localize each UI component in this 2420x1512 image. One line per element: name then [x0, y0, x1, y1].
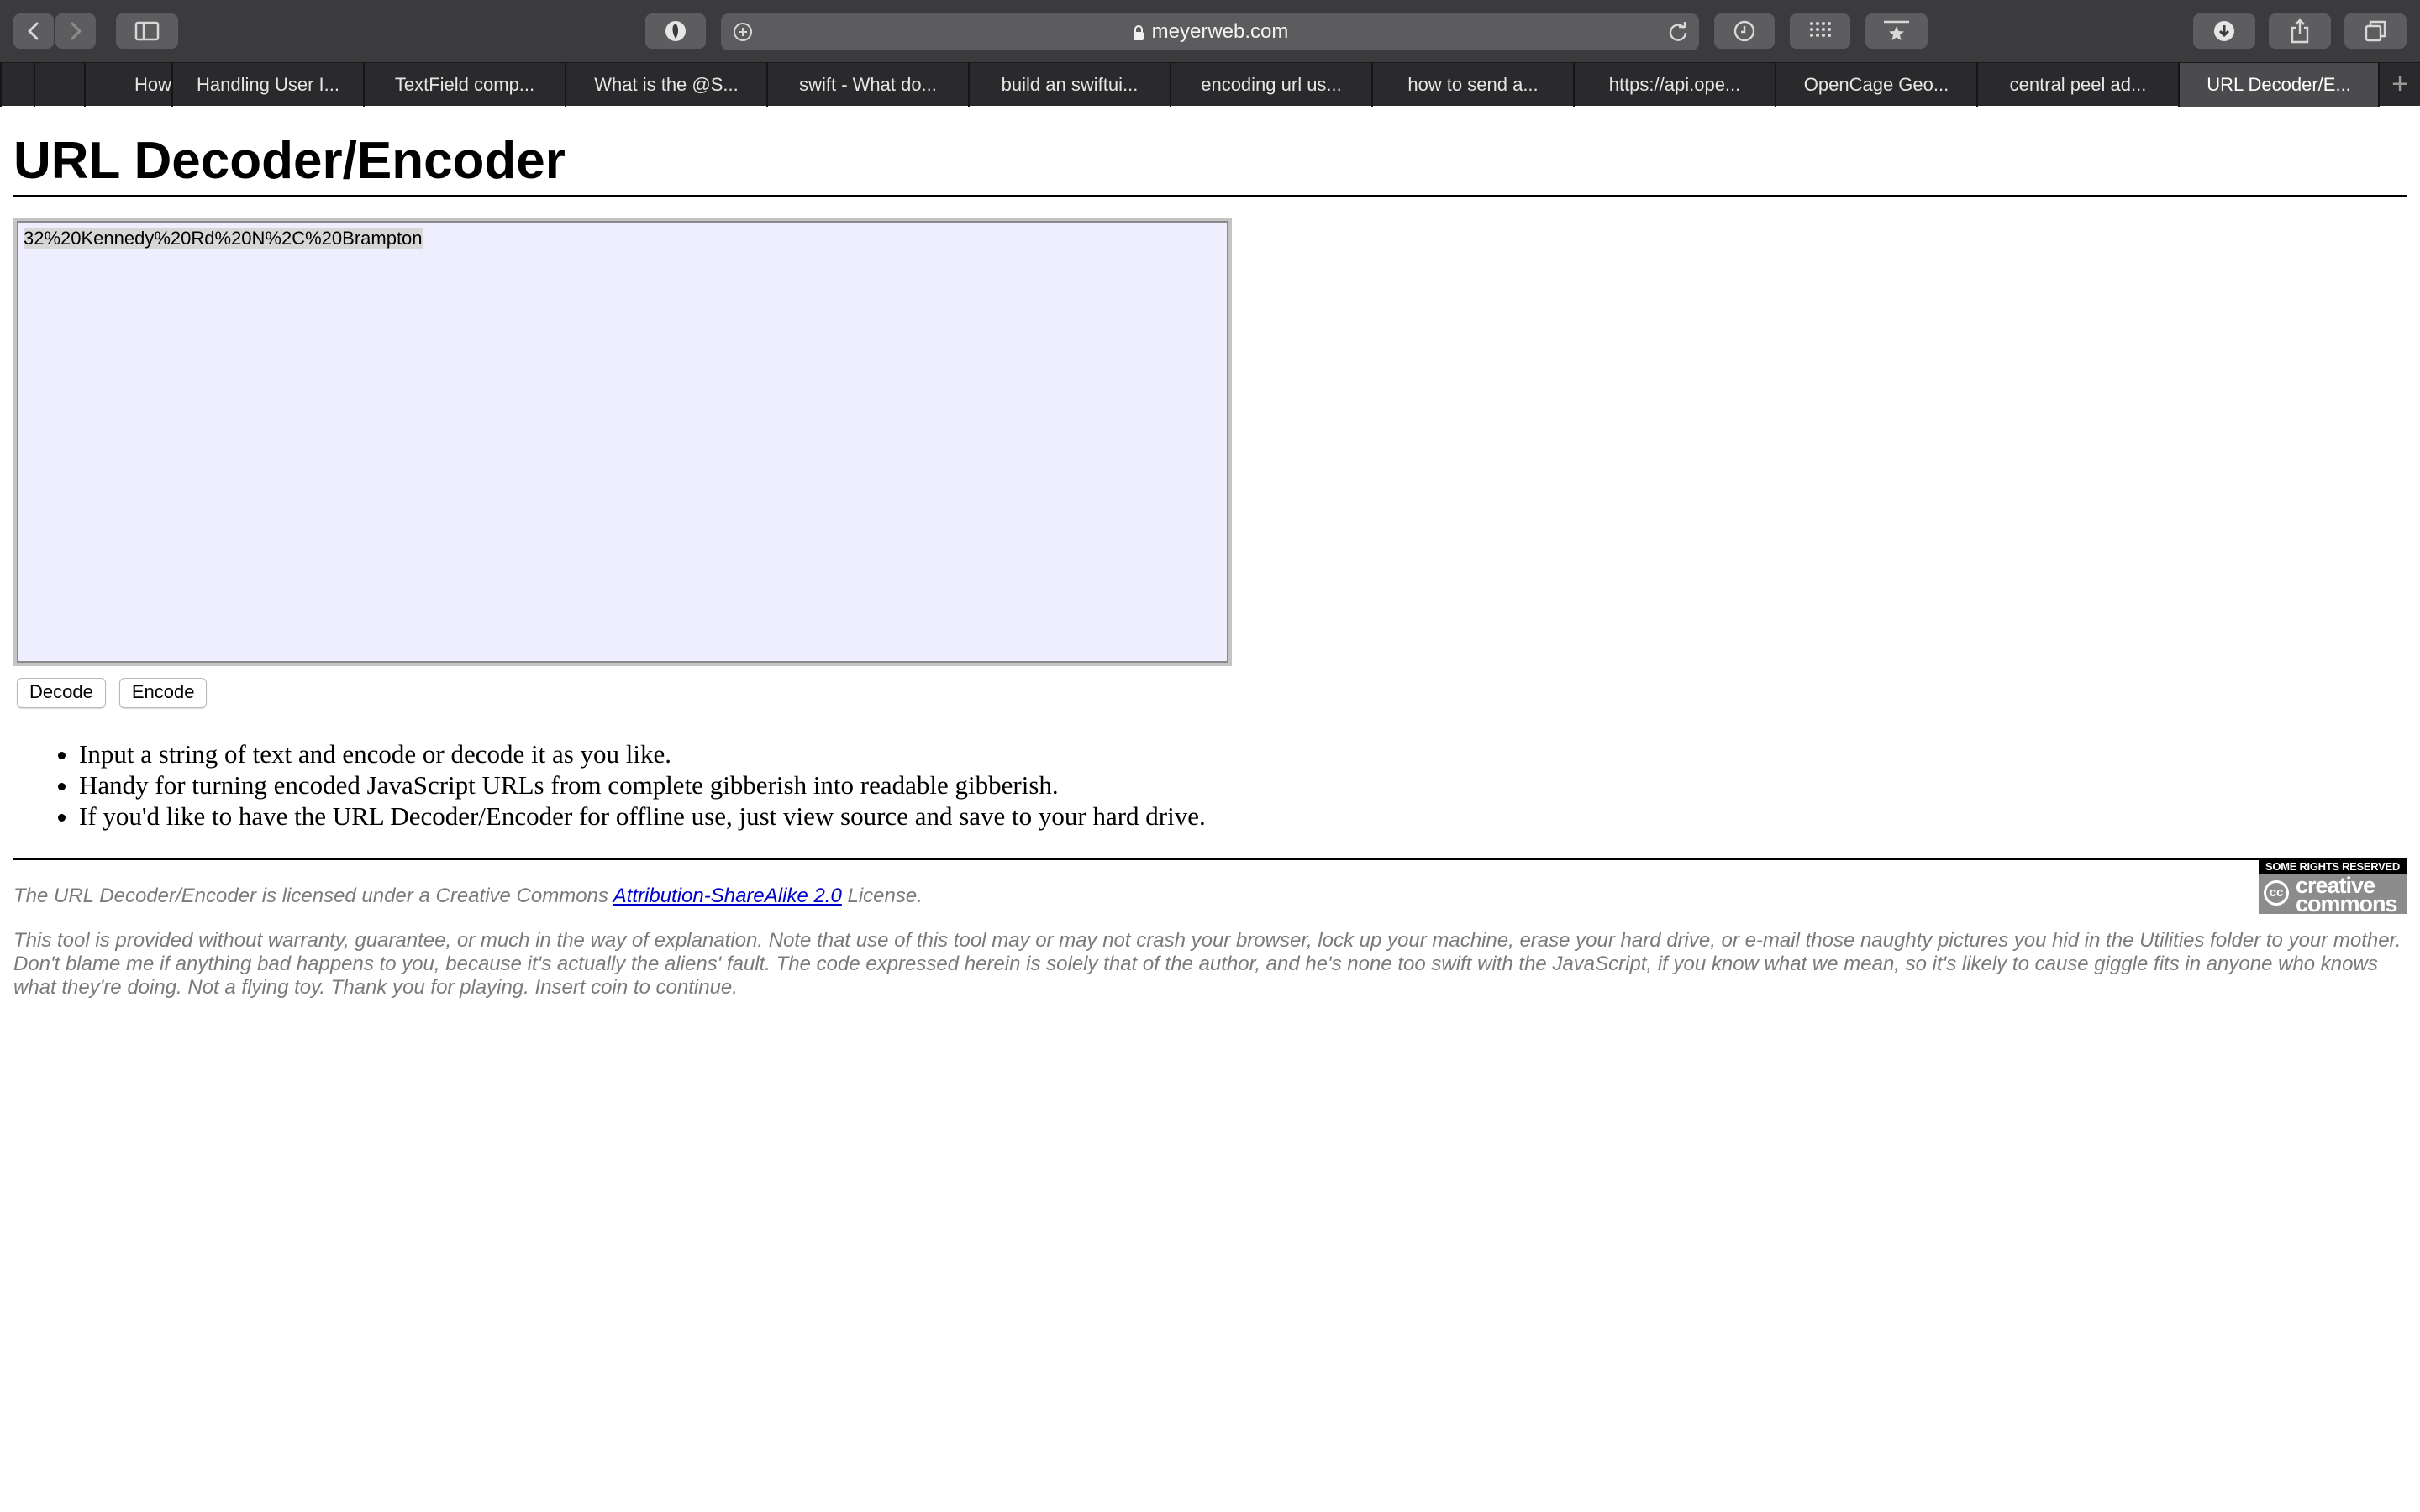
license-prefix: The URL Decoder/Encoder is licensed unde…: [13, 885, 613, 907]
bookmark-star-icon: [1884, 20, 1909, 40]
browser-toolbar: meyerweb.com: [0, 0, 2420, 62]
tab-label: how to send a...: [1407, 74, 1539, 95]
tab-pinned-2[interactable]: [34, 63, 84, 107]
back-icon: [28, 22, 39, 40]
tab-3[interactable]: TextField comp...: [363, 63, 565, 107]
back-button[interactable]: [13, 13, 54, 49]
forward-button[interactable]: [55, 13, 96, 49]
tab-5[interactable]: swift - What do...: [766, 63, 968, 107]
list-item: Input a string of text and encode or dec…: [79, 738, 2407, 769]
address-bar[interactable]: meyerweb.com: [721, 13, 1699, 50]
reload-icon[interactable]: [1667, 21, 1689, 43]
tab-label: encoding url us...: [1201, 74, 1342, 95]
bookmarks-button[interactable]: [1865, 13, 1928, 49]
share-icon: [2291, 18, 2309, 44]
new-tab-button[interactable]: +: [2378, 63, 2420, 107]
notes-list: Input a string of text and encode or dec…: [13, 738, 2407, 832]
list-item: If you'd like to have the URL Decoder/En…: [79, 801, 2407, 832]
tab-label: How: [134, 74, 171, 95]
sidebar-button[interactable]: [116, 13, 178, 49]
download-icon: [2214, 21, 2234, 41]
tab-pinned-1[interactable]: [0, 63, 34, 107]
tab-1[interactable]: How: [84, 63, 171, 107]
license-text: The URL Decoder/Encoder is licensed unde…: [13, 884, 2407, 909]
downloads-button[interactable]: [2193, 13, 2255, 49]
tab-overview-button[interactable]: [2344, 13, 2407, 49]
plus-icon: +: [2391, 68, 2408, 100]
license-suffix: License.: [841, 885, 923, 907]
address-url: meyerweb.com: [1151, 20, 1289, 43]
shield-icon: [666, 21, 686, 41]
page-title: URL Decoder/Encoder: [13, 131, 2407, 197]
history-button[interactable]: [1714, 13, 1775, 49]
textarea-value: 32%20Kennedy%20Rd%20N%2C%20Brampton: [24, 228, 423, 249]
cc-logo-icon: cc: [2264, 880, 2289, 906]
privacy-shield-button[interactable]: [645, 13, 706, 49]
tab-label: https://api.ope...: [1608, 74, 1741, 95]
encode-button[interactable]: Encode: [118, 678, 208, 708]
tab-label: TextField comp...: [394, 74, 535, 95]
tab-6[interactable]: build an swiftui...: [968, 63, 1170, 107]
creative-commons-badge[interactable]: SOME RIGHTS RESERVED cc creative commons: [2259, 860, 2407, 916]
decode-button[interactable]: Decode: [17, 678, 106, 708]
tab-label: URL Decoder/E...: [2207, 74, 2351, 95]
tab-label: swift - What do...: [799, 74, 937, 95]
tab-label: What is the @S...: [594, 74, 739, 95]
tab-10[interactable]: OpenCage Geo...: [1775, 63, 1976, 107]
tab-12-active[interactable]: URL Decoder/E...: [2178, 63, 2378, 107]
url-textarea[interactable]: 32%20Kennedy%20Rd%20N%2C%20Brampton: [13, 218, 1232, 666]
tab-label: Handling User I...: [197, 74, 339, 95]
page-content: URL Decoder/Encoder 32%20Kennedy%20Rd%20…: [13, 106, 2407, 1000]
tab-9[interactable]: https://api.ope...: [1573, 63, 1775, 107]
cc-badge-bottom: cc creative commons: [2259, 873, 2407, 916]
tab-11[interactable]: central peel ad...: [1976, 63, 2178, 107]
address-text-wrap: meyerweb.com: [721, 13, 1699, 50]
top-sites-button[interactable]: [1790, 13, 1850, 49]
cc-badge-top: SOME RIGHTS RESERVED: [2259, 860, 2407, 874]
tab-bar: How Handling User I... TextField comp...…: [0, 62, 2420, 107]
tab-8[interactable]: how to send a...: [1371, 63, 1573, 107]
tabs-overview-icon: [2365, 20, 2386, 42]
disclaimer-text: This tool is provided without warranty, …: [13, 929, 2402, 999]
sidebar-icon: [134, 21, 160, 41]
grid-icon: [1810, 22, 1831, 37]
license-link[interactable]: Attribution-ShareAlike 2.0: [613, 885, 842, 907]
cc-badge-name: creative commons: [2296, 873, 2398, 916]
share-button[interactable]: [2269, 13, 2331, 49]
tab-2[interactable]: Handling User I...: [171, 63, 363, 107]
tab-label: OpenCage Geo...: [1803, 74, 1949, 95]
tab-4[interactable]: What is the @S...: [565, 63, 766, 107]
forward-icon: [71, 22, 82, 40]
button-row: Decode Encode: [13, 678, 2407, 710]
tab-7[interactable]: encoding url us...: [1170, 63, 1371, 107]
tab-label: central peel ad...: [2009, 74, 2147, 95]
lock-icon: [1133, 24, 1144, 40]
history-icon: [1733, 20, 1755, 42]
tab-label: build an swiftui...: [1001, 74, 1139, 95]
footer: SOME RIGHTS RESERVED cc creative commons…: [13, 858, 2407, 1000]
list-item: Handy for turning encoded JavaScript URL…: [79, 769, 2407, 801]
